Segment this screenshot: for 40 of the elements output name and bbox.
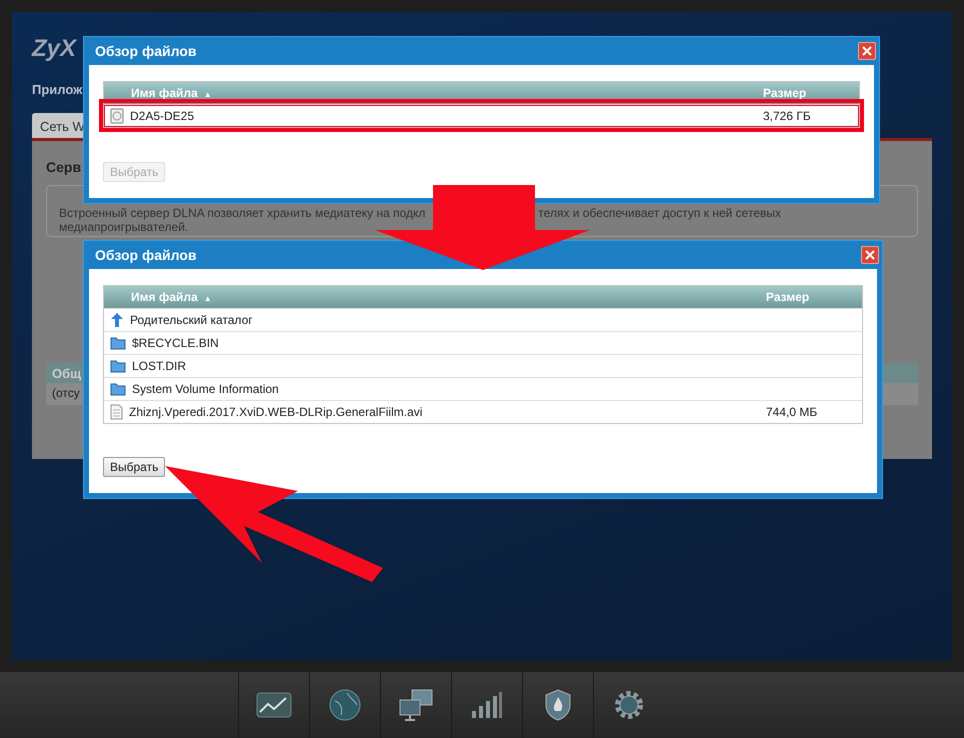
- file-name: LOST.DIR: [132, 359, 186, 373]
- drive-icon: [110, 108, 124, 124]
- close-button[interactable]: [858, 42, 876, 60]
- description-text: телях и обеспечивает доступ к ней сетевых: [538, 206, 781, 220]
- chart-icon: [256, 692, 292, 718]
- folder-icon: [110, 336, 126, 350]
- select-button[interactable]: Выбрать: [103, 457, 166, 477]
- file-name: System Volume Information: [132, 382, 279, 396]
- shield-icon: [544, 689, 572, 721]
- description-text: Встроенный сервер DLNA позволяет хранить медиатеку на подкл: [59, 206, 426, 220]
- file-row[interactable]: Zhiznj.Vperedi.2017.XviD.WEB-DLRip.GeneralFiilm.avi 744,0 МБ: [104, 400, 862, 423]
- description-text: медиапроигрывателей.: [59, 220, 188, 234]
- file-icon: [110, 404, 123, 420]
- file-size: 3,726 ГБ: [763, 109, 811, 123]
- file-name: D2A5-DE25: [130, 109, 194, 123]
- close-icon: [865, 250, 875, 260]
- file-row[interactable]: LOST.DIR: [104, 354, 862, 377]
- computers-icon: [398, 689, 434, 721]
- dialog-title: Обзор файлов: [94, 247, 196, 263]
- settings-icon: [613, 689, 645, 721]
- file-row[interactable]: System Volume Information: [104, 377, 862, 400]
- logo: ZyX: [32, 34, 76, 64]
- file-row[interactable]: $RECYCLE.BIN: [104, 331, 862, 354]
- panel-heading: Серв: [46, 159, 82, 175]
- close-icon: [862, 46, 872, 56]
- signal-icon: [471, 691, 503, 719]
- close-button[interactable]: [861, 246, 879, 264]
- file-size: 744,0 МБ: [766, 405, 818, 419]
- folder-icon: [110, 359, 126, 373]
- section-title: Прилож: [32, 82, 82, 97]
- file-name: Родительский каталог: [130, 313, 253, 327]
- dialog-title: Обзор файлов: [94, 43, 196, 59]
- file-row[interactable]: Родительский каталог: [104, 308, 862, 331]
- up-arrow-icon: [110, 312, 124, 328]
- file-name: $RECYCLE.BIN: [132, 336, 219, 350]
- file-name: Zhiznj.Vperedi.2017.XviD.WEB-DLRip.GeneralFiilm.avi: [129, 405, 422, 419]
- sort-indicator: ▲: [204, 294, 212, 303]
- globe-icon: [329, 689, 361, 721]
- file-row[interactable]: D2A5-DE25 3,726 ГБ: [104, 104, 859, 127]
- sort-indicator: ▲: [204, 90, 212, 99]
